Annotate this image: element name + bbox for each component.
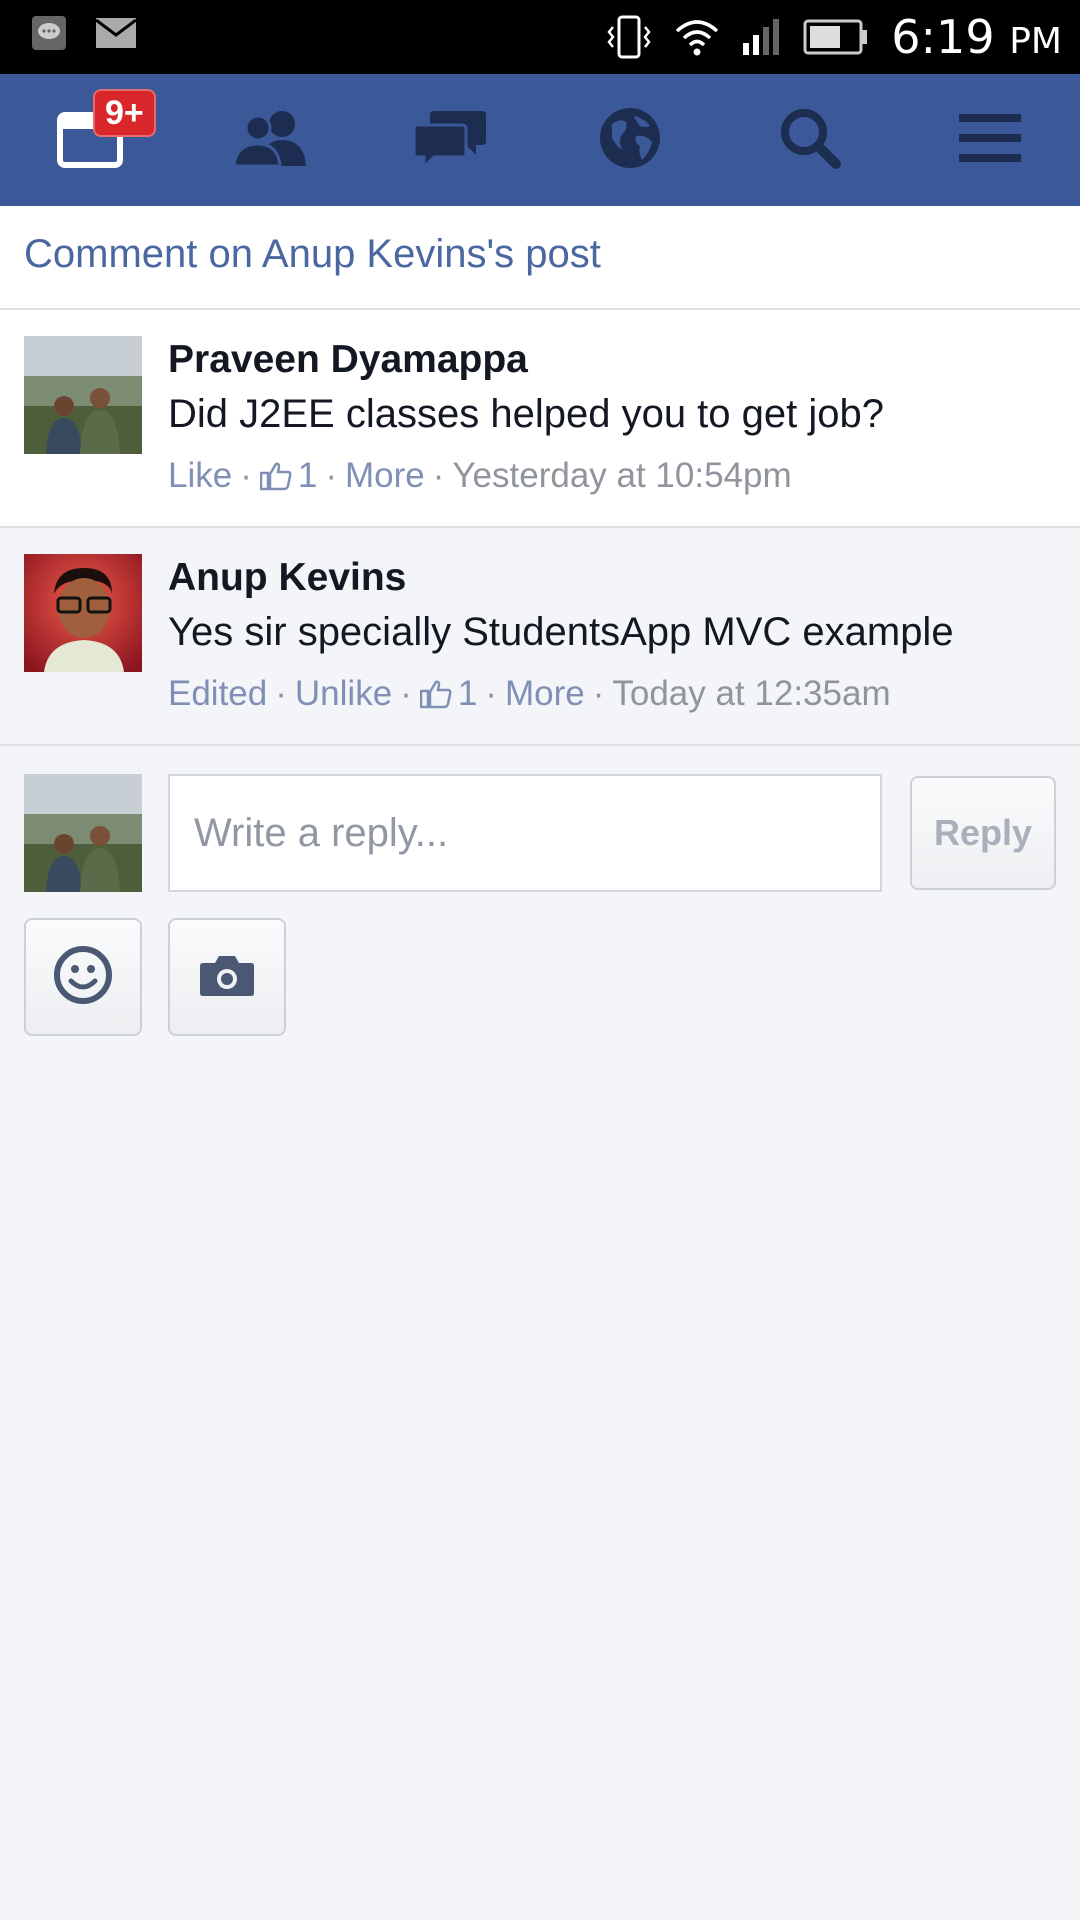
emoji-button[interactable] <box>24 918 142 1036</box>
comment-item: Praveen Dyamappa Did J2EE classes helped… <box>0 310 1080 528</box>
comment-author[interactable]: Praveen Dyamappa <box>168 338 528 382</box>
like-link[interactable]: Like <box>168 456 232 496</box>
page-header: Comment on Anup Kevins's post <box>0 206 1080 310</box>
nav-globe[interactable] <box>575 85 685 195</box>
thumbs-up-icon <box>419 679 452 709</box>
page-title: Comment on Anup Kevins's post <box>24 232 601 276</box>
thumbs-up-icon <box>259 461 292 491</box>
avatar[interactable] <box>24 554 142 672</box>
comment-item: Anup Kevins Yes sir specially StudentsAp… <box>0 528 1080 746</box>
comment-author[interactable]: Anup Kevins <box>168 556 406 600</box>
camera-button[interactable] <box>168 918 286 1036</box>
comment-actions: Edited · Unlike · 1 · More · Today at 12… <box>168 674 891 714</box>
nav-search[interactable] <box>755 85 865 195</box>
avatar <box>24 774 142 892</box>
vibrate-icon <box>605 15 653 59</box>
like-count[interactable]: 1 <box>458 674 477 714</box>
wifi-icon <box>675 17 719 57</box>
comment-timestamp: Today at 12:35am <box>612 674 891 713</box>
menu-icon <box>959 112 1021 169</box>
notification-badge: 9+ <box>93 89 156 137</box>
avatar[interactable] <box>24 336 142 454</box>
more-link[interactable]: More <box>345 456 425 496</box>
edited-link[interactable]: Edited <box>168 674 267 714</box>
signal-icon <box>741 19 781 55</box>
more-link[interactable]: More <box>505 674 585 714</box>
nav-bar: 9+ <box>0 74 1080 206</box>
globe-icon <box>598 106 662 175</box>
messages-icon <box>412 107 488 174</box>
nav-friends[interactable] <box>215 85 325 195</box>
unlike-link[interactable]: Unlike <box>295 674 392 714</box>
reply-input[interactable] <box>168 774 882 892</box>
message-icon <box>32 16 66 50</box>
comment-actions: Like · 1 · More · Yesterday at 10:54pm <box>168 456 792 496</box>
nav-notifications[interactable]: 9+ <box>35 85 156 195</box>
reply-button[interactable]: Reply <box>910 776 1056 890</box>
status-bar: 6:19 PM <box>0 0 1080 74</box>
gmail-icon <box>96 18 136 48</box>
search-icon <box>778 106 842 175</box>
nav-menu[interactable] <box>935 85 1045 195</box>
comment-text: Did J2EE classes helped you to get job? <box>168 392 884 436</box>
comment-text: Yes sir specially StudentsApp MVC exampl… <box>168 610 954 654</box>
nav-messages[interactable] <box>395 85 505 195</box>
like-count[interactable]: 1 <box>298 456 317 496</box>
battery-icon <box>803 19 869 55</box>
emoji-icon <box>53 945 113 1010</box>
friends-icon <box>232 108 308 173</box>
status-time: 6:19 PM <box>891 10 1062 64</box>
comment-timestamp: Yesterday at 10:54pm <box>452 456 792 495</box>
camera-icon <box>199 953 255 1002</box>
